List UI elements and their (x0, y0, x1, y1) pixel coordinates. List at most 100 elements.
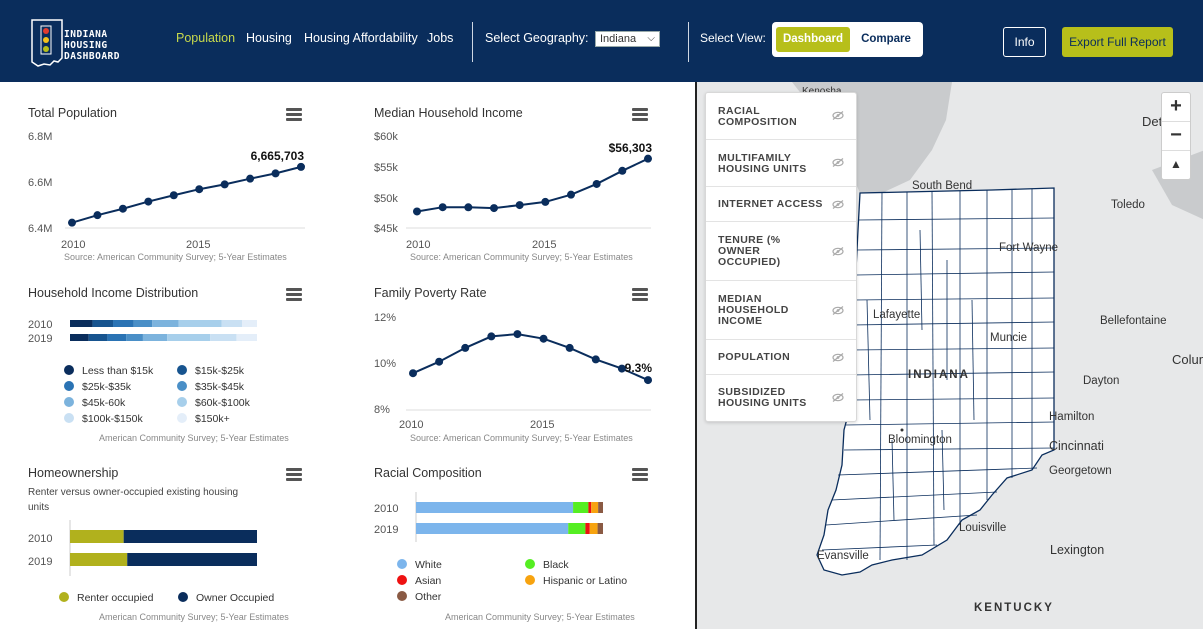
legend-label[interactable]: $25k-$35k (82, 381, 132, 393)
bar-segment[interactable] (210, 334, 237, 341)
legend-label[interactable]: Less than $15k (82, 365, 154, 377)
data-point[interactable] (271, 169, 280, 178)
data-point[interactable] (413, 207, 421, 216)
bar-segment[interactable] (242, 320, 257, 327)
nav-housing[interactable]: Housing (246, 31, 292, 45)
data-point[interactable] (93, 211, 102, 220)
legend-label[interactable]: White (415, 559, 442, 571)
legend-marker[interactable] (64, 381, 74, 391)
bar-segment[interactable] (573, 502, 589, 513)
eye-off-icon[interactable] (832, 247, 844, 256)
data-point[interactable] (515, 201, 524, 210)
data-point[interactable] (487, 332, 496, 341)
bar-segment[interactable] (236, 334, 257, 341)
data-point[interactable] (567, 190, 575, 199)
legend-label[interactable]: $35k-$45k (195, 381, 245, 393)
data-point[interactable] (490, 204, 498, 213)
bar-segment[interactable] (167, 334, 211, 341)
nav-housing-affordability[interactable]: Housing Affordability (304, 31, 418, 45)
compare-view-button[interactable]: Compare (856, 27, 916, 52)
data-point[interactable] (461, 343, 470, 352)
nav-jobs[interactable]: Jobs (427, 31, 453, 45)
bar-segment[interactable] (126, 334, 143, 341)
eye-off-icon[interactable] (832, 158, 844, 167)
bar-segment[interactable] (588, 502, 592, 513)
bar-segment[interactable] (113, 320, 134, 327)
data-point[interactable] (169, 191, 178, 200)
legend-marker[interactable] (397, 559, 407, 569)
legend-marker[interactable] (397, 591, 407, 601)
bar-segment[interactable] (589, 523, 598, 534)
legend-label[interactable]: $100k-$150k (82, 413, 143, 425)
chart-menu-icon[interactable] (632, 288, 648, 301)
legend-label[interactable]: Other (415, 591, 442, 603)
data-point[interactable] (435, 357, 444, 366)
bar-segment[interactable] (107, 334, 127, 341)
legend-marker[interactable] (177, 413, 187, 423)
bar-segment[interactable] (597, 523, 603, 534)
export-report-button[interactable]: Export Full Report (1062, 27, 1173, 57)
data-point[interactable] (513, 330, 522, 339)
legend-marker[interactable] (59, 592, 69, 602)
legend-marker[interactable] (64, 397, 74, 407)
legend-marker[interactable] (525, 575, 535, 585)
chart-menu-icon[interactable] (632, 108, 648, 121)
legend-label[interactable]: Renter occupied (77, 592, 154, 604)
chart-menu-icon[interactable] (286, 108, 302, 121)
legend-label[interactable]: Owner Occupied (196, 592, 274, 604)
data-point[interactable] (195, 185, 204, 194)
bar-segment[interactable] (568, 523, 586, 534)
bar-segment[interactable] (598, 502, 603, 513)
bar-segment[interactable] (416, 502, 574, 513)
layer-multifamily-housing[interactable]: MULTIFAMILY HOUSING UNITS (706, 140, 856, 187)
bar-segment[interactable] (152, 320, 179, 327)
legend-label[interactable]: $45k-60k (82, 397, 126, 409)
data-point[interactable] (297, 162, 305, 171)
bar-segment[interactable] (92, 320, 114, 327)
bar-segment[interactable] (221, 320, 243, 327)
legend-marker[interactable] (177, 397, 187, 407)
legend-marker[interactable] (178, 592, 188, 602)
eye-off-icon[interactable] (832, 111, 844, 120)
dashboard-view-button[interactable]: Dashboard (776, 27, 850, 52)
legend-label[interactable]: $150k+ (195, 413, 230, 425)
legend-marker[interactable] (64, 413, 74, 423)
bar-segment[interactable] (178, 320, 222, 327)
eye-off-icon[interactable] (832, 306, 844, 315)
layer-population[interactable]: POPULATION (706, 340, 856, 375)
data-point[interactable] (565, 343, 574, 352)
layer-tenure[interactable]: TENURE (% OWNER OCCUPIED) (706, 222, 856, 281)
legend-marker[interactable] (177, 381, 187, 391)
legend-label[interactable]: Asian (415, 575, 441, 587)
legend-marker[interactable] (64, 365, 74, 375)
eye-off-icon[interactable] (832, 200, 844, 209)
bar-segment[interactable] (591, 502, 599, 513)
chart-menu-icon[interactable] (286, 468, 302, 481)
legend-label[interactable]: Black (543, 559, 569, 571)
data-point[interactable] (118, 204, 127, 213)
legend-marker[interactable] (397, 575, 407, 585)
bar-segment[interactable] (70, 334, 89, 341)
layer-subsidized-housing[interactable]: SUBSIDIZED HOUSING UNITS (706, 375, 856, 422)
info-button[interactable]: Info (1003, 27, 1046, 57)
legend-label[interactable]: Hispanic or Latino (543, 575, 627, 587)
data-point[interactable] (144, 197, 153, 206)
data-point[interactable] (68, 218, 76, 227)
nav-population[interactable]: Population (176, 31, 235, 45)
layer-racial-composition[interactable]: RACIAL COMPOSITION (706, 93, 856, 140)
data-point[interactable] (644, 376, 652, 385)
data-point[interactable] (618, 166, 627, 175)
bar-segment[interactable] (133, 320, 153, 327)
bar-segment[interactable] (416, 523, 569, 534)
data-point[interactable] (246, 174, 255, 183)
legend-marker[interactable] (525, 559, 535, 569)
chart-menu-icon[interactable] (286, 288, 302, 301)
bar-segment[interactable] (70, 530, 124, 543)
legend-label[interactable]: $15k-$25k (195, 365, 245, 377)
legend-label[interactable]: $60k-$100k (195, 397, 251, 409)
bar-segment[interactable] (142, 334, 168, 341)
data-point[interactable] (438, 203, 447, 212)
bar-segment[interactable] (127, 553, 257, 566)
bar-segment[interactable] (88, 334, 108, 341)
legend-marker[interactable] (177, 365, 187, 375)
